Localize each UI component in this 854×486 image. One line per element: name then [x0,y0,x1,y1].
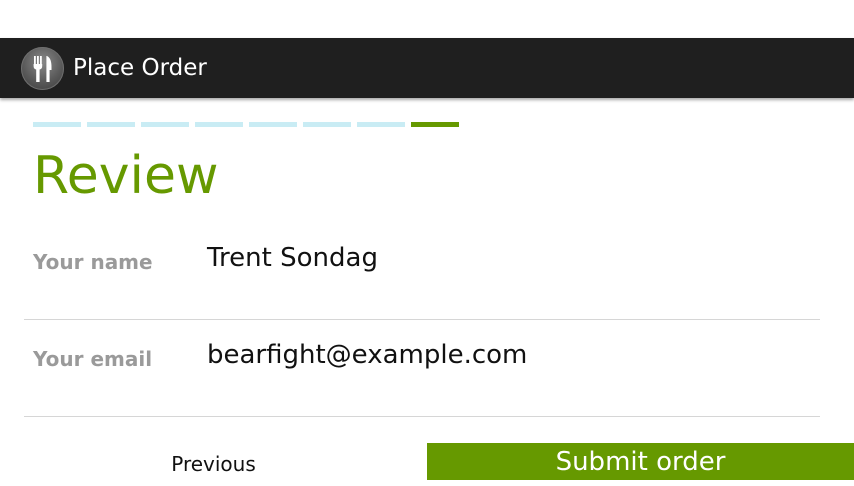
name-value: Trent Sondag [207,243,378,273]
step-indicator [33,122,81,127]
app-title: Place Order [73,55,207,81]
step-indicator [87,122,135,127]
page-title: Review [33,146,219,206]
step-indicator [357,122,405,127]
email-value: bearfight@example.com [207,340,528,370]
step-indicator-current [411,122,459,127]
divider [24,319,820,320]
action-bar: Place Order [0,38,854,98]
divider [24,416,820,417]
status-bar-area [0,0,854,38]
email-label: Your email [33,347,153,371]
step-indicator [303,122,351,127]
step-indicator [141,122,189,127]
step-indicator [195,122,243,127]
submit-order-button[interactable]: Submit order [427,443,854,480]
previous-button[interactable]: Previous [0,442,427,480]
step-indicator [249,122,297,127]
name-label: Your name [33,250,153,274]
fork-knife-icon[interactable] [21,47,64,90]
